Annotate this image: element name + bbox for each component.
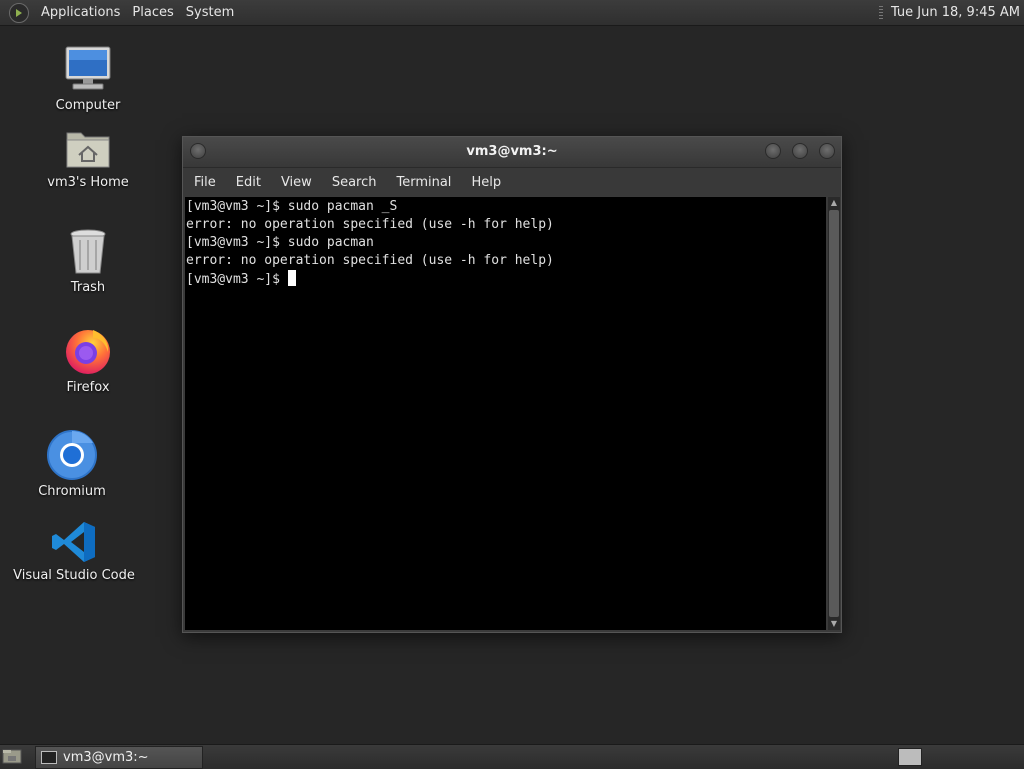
terminal-line: [vm3@vm3 ~]$ sudo pacman _S xyxy=(186,199,398,214)
terminal-line: error: no operation specified (use -h fo… xyxy=(186,217,554,232)
show-desktop-icon[interactable] xyxy=(2,748,22,765)
desktop-icon-label: Trash xyxy=(70,280,106,295)
home-folder-icon xyxy=(66,132,110,168)
terminal-line: [vm3@vm3 ~]$ sudo pacman xyxy=(186,235,374,250)
desktop-icon-trash[interactable]: Trash xyxy=(23,228,153,295)
text-cursor xyxy=(287,270,296,286)
taskbar-label: vm3@vm3:~ xyxy=(63,750,149,765)
window-title: vm3@vm3:~ xyxy=(466,144,558,159)
terminal-prompt: [vm3@vm3 ~]$ xyxy=(186,272,288,287)
top-panel: Applications Places System Tue Jun 18, 9… xyxy=(0,0,1024,26)
terminal-output[interactable]: [vm3@vm3 ~]$ sudo pacman _S error: no op… xyxy=(185,197,826,630)
terminal-icon xyxy=(41,751,57,764)
scroll-thumb[interactable] xyxy=(829,210,839,617)
taskbar-terminal-button[interactable]: vm3@vm3:~ xyxy=(35,746,203,769)
applications-menu[interactable]: Applications xyxy=(35,0,126,25)
terminal-line: error: no operation specified (use -h fo… xyxy=(186,253,554,268)
menu-search[interactable]: Search xyxy=(325,175,384,190)
minimize-button[interactable] xyxy=(765,143,781,159)
desktop-icon-label: Firefox xyxy=(66,380,110,395)
firefox-icon xyxy=(66,330,110,374)
vscode-icon xyxy=(52,522,95,562)
desktop-icon-label: Chromium xyxy=(38,484,106,499)
terminal-scrollbar[interactable]: ▲ ▼ xyxy=(828,197,840,630)
scroll-up-icon[interactable]: ▲ xyxy=(828,197,840,209)
menu-edit[interactable]: Edit xyxy=(229,175,268,190)
menu-file[interactable]: File xyxy=(187,175,223,190)
places-menu[interactable]: Places xyxy=(126,0,179,25)
maximize-button[interactable] xyxy=(792,143,808,159)
menu-view[interactable]: View xyxy=(274,175,319,190)
terminal-window[interactable]: vm3@vm3:~ File Edit View Search Terminal… xyxy=(182,136,842,633)
mate-logo-icon[interactable] xyxy=(9,2,29,23)
desktop-icon-label: vm3's Home xyxy=(47,175,129,190)
desktop-icon-label: Visual Studio Code xyxy=(13,568,135,583)
trash-icon xyxy=(70,229,106,274)
desktop-icon-home[interactable]: vm3's Home xyxy=(23,127,153,190)
panel-handle-icon[interactable] xyxy=(878,5,883,20)
desktop-icon-firefox[interactable]: Firefox xyxy=(23,326,153,395)
system-menu[interactable]: System xyxy=(180,0,240,25)
bottom-panel: vm3@vm3:~ xyxy=(0,744,1024,769)
terminal-menubar: File Edit View Search Terminal Help xyxy=(183,168,841,196)
desktop-icon-computer[interactable]: Computer xyxy=(23,44,153,113)
terminal-prompt-line: [vm3@vm3 ~]$ xyxy=(186,270,826,288)
computer-icon xyxy=(65,46,111,90)
desktop-icon-vscode[interactable]: Visual Studio Code xyxy=(9,520,139,583)
window-titlebar[interactable]: vm3@vm3:~ xyxy=(183,137,841,168)
close-button[interactable] xyxy=(819,143,835,159)
panel-tray: Tue Jun 18, 9:45 AM xyxy=(878,0,1020,25)
workspace-switcher[interactable] xyxy=(898,748,922,766)
desktop-icon-chromium[interactable]: Chromium xyxy=(7,430,137,499)
menu-terminal[interactable]: Terminal xyxy=(389,175,458,190)
desktop-icon-label: Computer xyxy=(55,98,121,113)
clock[interactable]: Tue Jun 18, 9:45 AM xyxy=(891,5,1020,20)
chromium-icon xyxy=(47,430,97,480)
menu-help[interactable]: Help xyxy=(464,175,508,190)
scroll-down-icon[interactable]: ▼ xyxy=(828,618,840,630)
